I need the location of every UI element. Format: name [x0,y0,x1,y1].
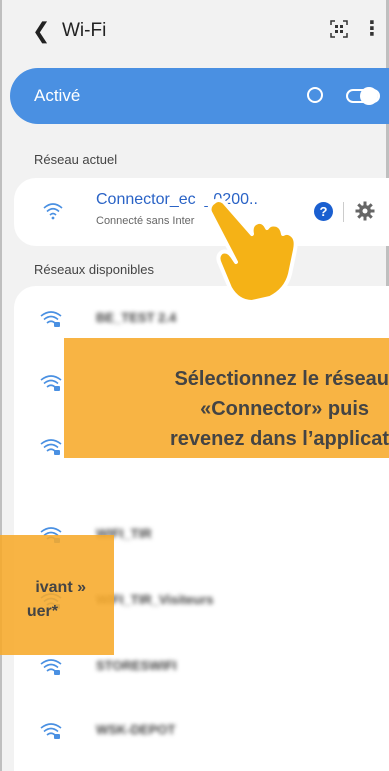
pointing-hand-icon [207,198,298,304]
instruction-secondary-line-2: uer* [26,603,58,620]
network-name: STORESWIFI [96,658,177,673]
instruction-line-3: revenez dans l’applicat [170,428,389,450]
page-title: Wi-Fi [62,20,107,41]
network-name: BE_TEST 2.4 [96,310,177,325]
top-bar: ❮ Wi-Fi ⋮ [0,0,389,62]
wifi-locked-icon [40,723,62,739]
back-button[interactable]: ❮ [32,18,50,44]
qr-scan-icon[interactable] [330,20,348,38]
wifi-toggle-label: Activé [34,86,81,105]
network-name: WSK-DEPOT [96,722,176,737]
wifi-toggle-row[interactable]: Activé [10,68,389,124]
instruction-overlay: Sélectionnez le réseau «Connector» puis … [64,338,389,458]
wifi-locked-icon [40,659,62,675]
wifi-locked-icon [40,375,62,391]
network-row[interactable]: WSK-DEPOT [14,700,389,764]
circle-icon [307,87,323,103]
available-networks-heading: Réseaux disponibles [34,262,154,277]
wifi-locked-icon [40,439,62,455]
gear-icon[interactable] [354,200,376,222]
wifi-locked-icon [40,311,62,327]
frame-border-left [0,0,2,771]
instruction-secondary-line-1: ivant » [35,579,86,596]
current-network-heading: Réseau actuel [34,152,118,167]
instruction-line-1: Sélectionnez le réseau [174,368,389,390]
toggle-knob [360,87,378,105]
divider [343,202,344,222]
help-icon[interactable]: ? [314,202,333,221]
current-network-status: Connecté sans Inter [96,215,195,227]
wifi-signal-icon [43,203,63,220]
instruction-line-2: «Connector» puis [200,398,369,420]
more-options-icon[interactable]: ⋮ [362,16,382,41]
instruction-overlay-secondary: ivant » uer* [0,535,114,655]
